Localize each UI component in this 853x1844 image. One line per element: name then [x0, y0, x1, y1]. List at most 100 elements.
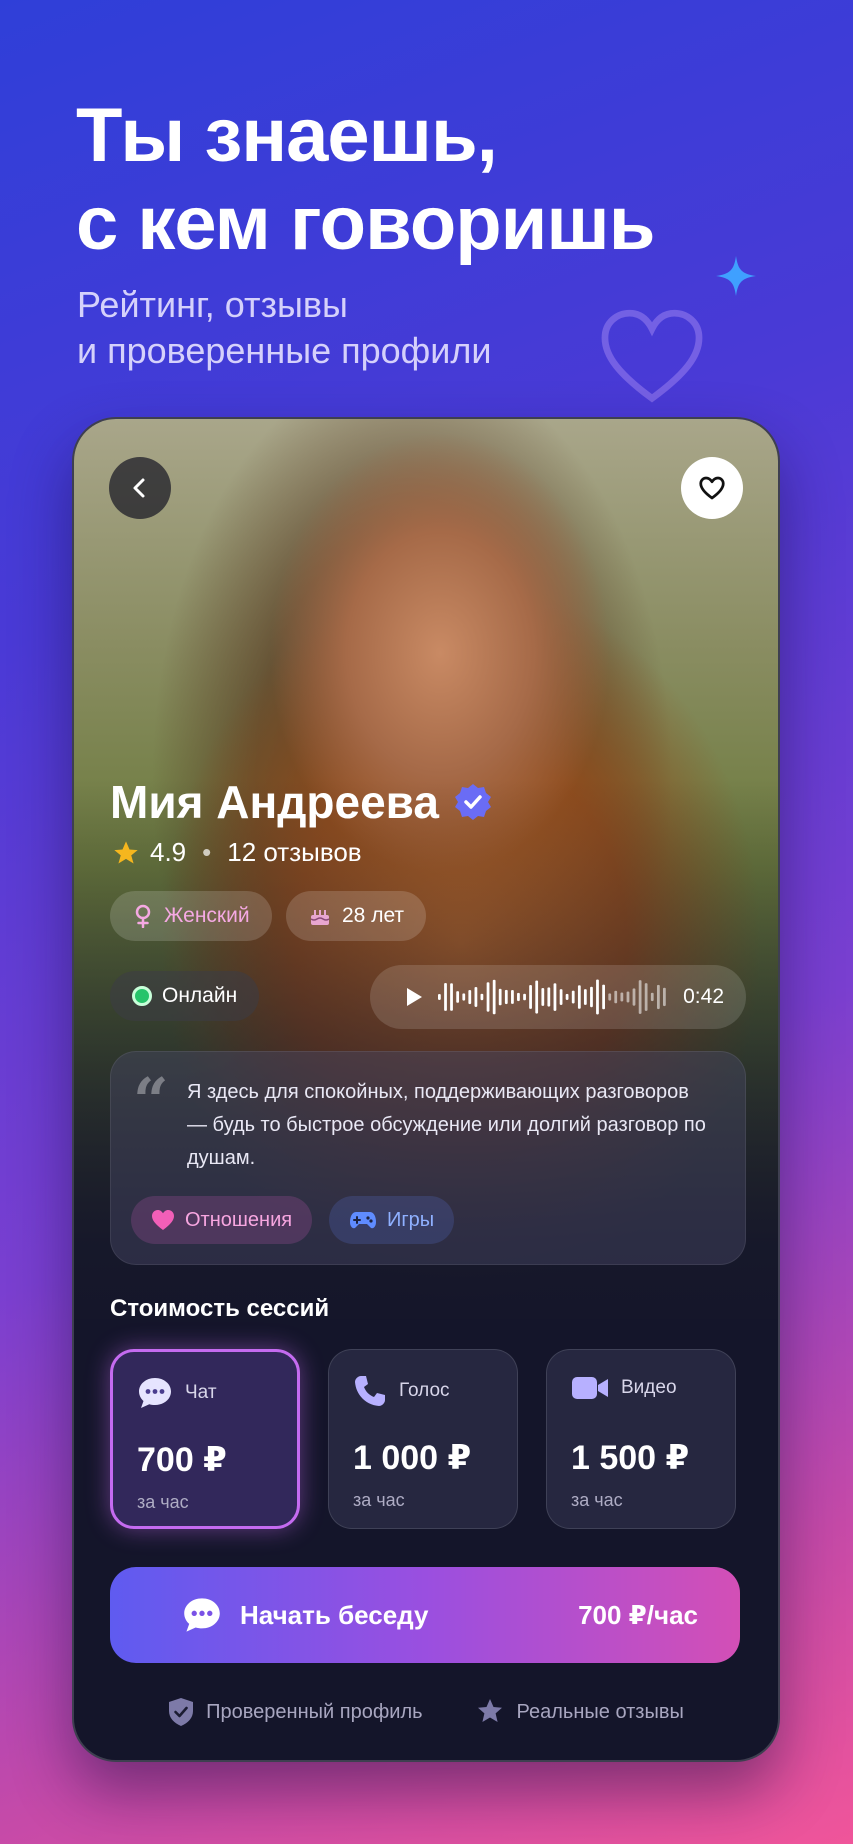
voice-intro-player[interactable]: 0:42: [370, 965, 746, 1029]
waveform-bar: [529, 985, 532, 1009]
waveform-bar: [650, 992, 654, 1002]
cake-icon: [310, 910, 330, 925]
waveform-bar: [517, 992, 520, 1002]
bio-text: Я здесь для спокойных, поддерживающих ра…: [187, 1081, 706, 1169]
chevron-left-icon: [133, 478, 145, 498]
review-star-icon: [477, 1699, 502, 1722]
profile-card: Мия Андреева 4.9 • 12 отзывов Женский 28…: [72, 417, 780, 1762]
waveform-bar: [547, 987, 551, 1007]
star-icon: [114, 840, 138, 863]
price-option-price: 1 000 ₽: [353, 1439, 472, 1477]
waveform-bar: [663, 987, 666, 1007]
price-option-price: 700 ₽: [137, 1441, 227, 1479]
tag-relationships[interactable]: Отношения: [131, 1196, 313, 1244]
start-conversation-button[interactable]: Начать беседу 700 ₽/час: [110, 1567, 740, 1663]
cta-label: Начать беседу: [240, 1599, 429, 1630]
reviews-count[interactable]: 12 отзывов: [227, 837, 361, 868]
video-camera-icon: [572, 1377, 608, 1399]
tag-label: Игры: [387, 1208, 435, 1231]
sparkle-icon: [716, 256, 756, 296]
waveform-bar: [450, 983, 453, 1011]
pricing-title: Стоимость сессий: [110, 1295, 330, 1322]
waveform-bar: [626, 991, 630, 1003]
waveform-bar: [523, 993, 526, 1001]
price-option-unit: за час: [353, 1490, 405, 1510]
age-chip: 28 лет: [286, 891, 427, 941]
waveform: [438, 979, 666, 1015]
price-option-chat[interactable]: Чат 700 ₽ за час: [110, 1349, 300, 1529]
waveform-bar: [632, 988, 636, 1006]
real-reviews-label: Реальные отзывы: [516, 1700, 684, 1723]
promo-subline: Рейтинг, отзывы и проверенные профили: [77, 284, 492, 371]
online-label: Онлайн: [162, 984, 238, 1007]
waveform-bar: [468, 990, 472, 1005]
waveform-bar: [596, 979, 599, 1015]
chat-bubble-icon: [139, 1378, 171, 1408]
waveform-bar: [480, 993, 484, 1001]
trust-badges: Проверенный профиль Реальные отзывы: [74, 1697, 778, 1727]
phone-icon: [355, 1376, 385, 1406]
quote-icon: “: [133, 1064, 169, 1137]
profile-name-row: Мия Андреева: [110, 775, 493, 829]
price-option-video[interactable]: Видео 1 500 ₽ за час: [546, 1349, 736, 1529]
gamepad-icon: [350, 1212, 376, 1229]
waveform-bar: [498, 988, 502, 1006]
waveform-bar: [444, 983, 447, 1011]
waveform-bar: [486, 982, 490, 1012]
decorative-heart-icon: [601, 309, 703, 403]
waveform-bar: [656, 984, 660, 1010]
promo-headline: Ты знаешь, с кем говоришь: [76, 93, 655, 266]
cta-price: 700 ₽/час: [578, 1599, 698, 1630]
price-option-label: Чат: [185, 1382, 217, 1403]
profile-name: Мия Андреева: [110, 776, 439, 828]
waveform-bar: [602, 984, 605, 1010]
tag-label: Отношения: [185, 1208, 293, 1231]
waveform-bar: [620, 992, 624, 1002]
female-icon: [135, 904, 151, 928]
heart-icon: [152, 1210, 174, 1230]
online-status: Онлайн: [110, 971, 260, 1021]
waveform-bar: [553, 983, 557, 1011]
real-reviews-badge: Реальные отзывы: [475, 1697, 684, 1727]
heart-outline-icon: [699, 476, 725, 500]
gender-label: Женский: [164, 904, 250, 927]
tag-games[interactable]: Игры: [329, 1196, 455, 1244]
waveform-bar: [559, 989, 563, 1005]
favorite-button[interactable]: [681, 457, 743, 519]
age-label: 28 лет: [342, 904, 405, 927]
play-icon[interactable]: [404, 986, 424, 1008]
waveform-bar: [571, 990, 575, 1004]
waveform-bar: [541, 988, 545, 1006]
back-button[interactable]: [109, 457, 171, 519]
waveform-bar: [565, 993, 569, 1000]
rating-value: 4.9: [150, 837, 187, 867]
price-option-voice[interactable]: Голос 1 000 ₽ за час: [328, 1349, 518, 1529]
rating-row: 4.9 • 12 отзывов: [112, 837, 362, 868]
waveform-bar: [474, 987, 478, 1007]
bio-card: “ Я здесь для спокойных, поддерживающих …: [110, 1051, 746, 1265]
gender-chip: Женский: [110, 891, 272, 941]
waveform-bar: [638, 980, 642, 1014]
waveform-bar: [462, 993, 466, 1001]
waveform-bar: [644, 983, 648, 1011]
verified-profile-label: Проверенный профиль: [206, 1700, 423, 1723]
waveform-bar: [608, 993, 612, 1001]
waveform-bar: [583, 989, 587, 1005]
waveform-bar: [511, 990, 514, 1004]
price-option-label: Голос: [399, 1380, 450, 1401]
waveform-bar: [614, 990, 618, 1004]
price-option-price: 1 500 ₽: [571, 1439, 690, 1477]
price-option-unit: за час: [137, 1492, 189, 1512]
shield-check-icon: [169, 1698, 194, 1726]
waveform-bar: [492, 979, 496, 1015]
online-indicator: [132, 986, 152, 1006]
price-option-unit: за час: [571, 1490, 623, 1510]
waveform-bar: [438, 994, 441, 1000]
verified-badge-icon: [454, 784, 491, 820]
waveform-bar: [535, 980, 539, 1014]
waveform-bar: [456, 991, 460, 1003]
voice-duration: 0:42: [683, 985, 724, 1008]
price-option-label: Видео: [621, 1377, 677, 1398]
waveform-bar: [504, 989, 508, 1005]
verified-profile-badge: Проверенный профиль: [168, 1697, 423, 1727]
